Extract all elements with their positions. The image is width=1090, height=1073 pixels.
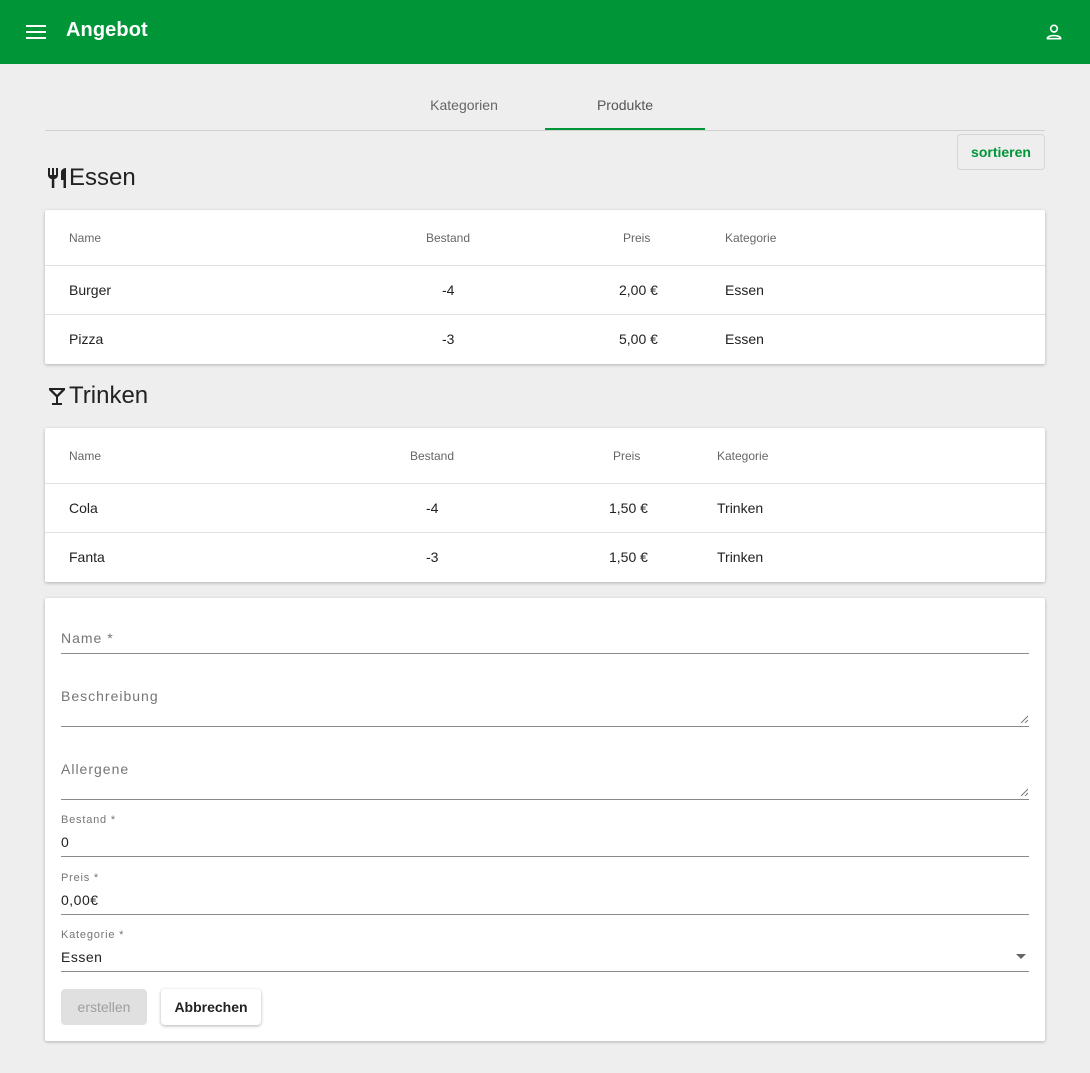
cell-name: Pizza [69,331,104,347]
cell-name: Fanta [69,549,105,565]
cell-bestand: -3 [426,549,439,565]
column-header-bestand[interactable]: Bestand [426,210,470,265]
section-title-essen: Essen [45,164,136,192]
preis-field[interactable]: Preis * 0,00€ [61,872,1029,915]
cell-name: Burger [69,282,112,298]
kategorie-value: Essen [61,949,103,965]
cell-name: Cola [69,500,98,516]
dropdown-arrow-icon[interactable] [1015,953,1027,961]
column-header-name[interactable]: Name [69,428,101,483]
section-title-text: Essen [69,164,136,191]
resize-handle-icon[interactable] [1020,715,1028,723]
resize-handle-icon[interactable] [1020,788,1028,796]
section-title-trinken: Trinken [45,382,148,410]
preis-label: Preis * [61,872,99,884]
kategorie-select[interactable]: Kategorie * Essen [61,929,1029,972]
account-icon[interactable] [1040,18,1068,46]
allergene-field[interactable]: Allergene [61,751,1029,800]
cell-preis: 1,50 € [609,549,648,565]
app-bar: Angebot [0,0,1090,64]
table-header-row: Name Bestand Preis Kategorie [45,210,1045,266]
cell-preis: 2,00 € [619,282,658,298]
table-row[interactable]: Cola -4 1,50 € Trinken [45,484,1045,533]
preis-value: 0,00€ [61,892,99,908]
name-placeholder: Name * [61,630,114,646]
tab-bar: Kategorien Produkte [45,80,1045,131]
cell-kategorie: Essen [725,282,764,298]
cocktail-icon [45,384,69,408]
section-title-text: Trinken [69,382,149,409]
create-button[interactable]: erstellen [61,989,147,1025]
kategorie-label: Kategorie * [61,929,125,941]
column-header-preis[interactable]: Preis [623,210,650,265]
column-header-kategorie[interactable]: Kategorie [725,210,776,265]
column-header-name[interactable]: Name [69,210,101,265]
bestand-label: Bestand * [61,814,116,826]
column-header-bestand[interactable]: Bestand [410,428,454,483]
table-row[interactable]: Burger -4 2,00 € Essen [45,266,1045,315]
restaurant-icon [45,166,69,190]
cancel-button[interactable]: Abbrechen [161,989,261,1025]
cell-preis: 5,00 € [619,331,658,347]
cell-bestand: -4 [442,282,455,298]
bestand-value: 0 [61,834,70,850]
table-row[interactable]: Pizza -3 5,00 € Essen [45,315,1045,363]
table-header-row: Name Bestand Preis Kategorie [45,428,1045,484]
cell-bestand: -3 [442,331,455,347]
beschreibung-placeholder: Beschreibung [61,688,159,704]
cell-preis: 1,50 € [609,500,648,516]
allergene-placeholder: Allergene [61,761,130,777]
product-form: Name * Beschreibung Allergene Bestand * … [45,598,1045,1041]
tab-produkte[interactable]: Produkte [545,80,705,130]
name-field[interactable]: Name * [61,620,1029,654]
column-header-preis[interactable]: Preis [613,428,640,483]
page-title: Angebot [66,19,148,41]
cell-kategorie: Trinken [717,500,764,516]
cell-kategorie: Trinken [717,549,764,565]
tab-kategorien[interactable]: Kategorien [384,80,544,129]
table-row[interactable]: Fanta -3 1,50 € Trinken [45,533,1045,581]
sort-button[interactable]: sortieren [957,134,1045,170]
trinken-table: Name Bestand Preis Kategorie Cola -4 1,5… [45,428,1045,582]
menu-icon[interactable] [22,18,50,46]
column-header-kategorie[interactable]: Kategorie [717,428,768,483]
cell-kategorie: Essen [725,331,764,347]
essen-table: Name Bestand Preis Kategorie Burger -4 2… [45,210,1045,364]
cell-bestand: -4 [426,500,439,516]
bestand-field[interactable]: Bestand * 0 [61,814,1029,857]
beschreibung-field[interactable]: Beschreibung [61,678,1029,727]
